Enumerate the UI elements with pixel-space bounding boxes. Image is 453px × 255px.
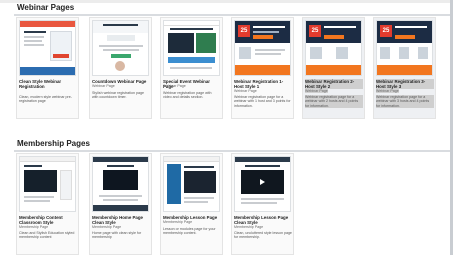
template-card-special-event-webinar[interactable]: Special Event Webinar Page Webinar Page … bbox=[160, 17, 223, 119]
template-thumbnail: 25 bbox=[305, 20, 362, 76]
template-thumbnail bbox=[234, 156, 291, 212]
template-card-clean-webinar[interactable]: Clean Style Webinar Registration Clean, … bbox=[16, 17, 79, 119]
card-description: Clean and Stylish Education styled membe… bbox=[19, 231, 75, 240]
card-description: Webinar registration page for a webinar … bbox=[305, 95, 363, 108]
card-title: Webinar Registration 3-Host Style 3 bbox=[376, 79, 434, 89]
template-thumbnail: 25 bbox=[234, 20, 291, 76]
card-subtitle: Membership Page bbox=[19, 225, 49, 229]
card-subtitle: Webinar Page bbox=[163, 84, 186, 88]
template-card-membership-home[interactable]: Membership Home Page Clean Style Members… bbox=[89, 153, 152, 255]
card-description: Lesson or modules page for your membersh… bbox=[163, 227, 216, 236]
card-subtitle: Webinar Page bbox=[305, 89, 328, 93]
template-card-membership-classroom[interactable]: Membership Content Classroom Style Membe… bbox=[16, 153, 79, 255]
card-description: Stylish webinar registration page with c… bbox=[92, 91, 144, 100]
template-card-webinar-3-host[interactable]: 25 Webinar Registration 3-Host Style 3 W… bbox=[373, 17, 436, 119]
template-card-webinar-1-host[interactable]: 25 Webinar Registration 1-Host Style 1 W… bbox=[231, 17, 294, 119]
card-description: Clean, uncluttered style lesson page for… bbox=[234, 231, 292, 240]
card-title: Membership Home Page Clean Style bbox=[92, 215, 143, 225]
template-thumbnail bbox=[19, 156, 76, 212]
card-subtitle: Webinar Page bbox=[234, 89, 257, 93]
template-thumbnail bbox=[92, 156, 149, 212]
template-thumbnail bbox=[163, 20, 220, 76]
card-title: Membership Lesson Page Clean Style bbox=[234, 215, 289, 225]
date-badge: 25 bbox=[238, 25, 250, 37]
membership-section-title: Membership Pages bbox=[17, 139, 90, 148]
webinar-section-title: Webinar Pages bbox=[17, 3, 75, 12]
card-description: Webinar registration page for a webinar … bbox=[376, 95, 434, 108]
template-card-webinar-2-host[interactable]: 25 Webinar Registration 2-Host Style 2 W… bbox=[302, 17, 365, 119]
card-title: Webinar Registration 1-Host Style 1 bbox=[234, 79, 284, 89]
card-description: Home page with clean style for membershi… bbox=[92, 231, 142, 240]
template-thumbnail bbox=[19, 20, 76, 76]
card-subtitle: Webinar Page bbox=[376, 89, 399, 93]
date-badge: 25 bbox=[380, 25, 392, 37]
card-description: Webinar registration page with video and… bbox=[163, 91, 212, 100]
template-card-membership-lesson-clean[interactable]: Membership Lesson Page Clean Style Membe… bbox=[231, 153, 294, 255]
template-thumbnail bbox=[92, 20, 149, 76]
card-description: Clean, modern style webinar pre-registra… bbox=[19, 95, 72, 104]
card-title: Webinar Registration 2-Host Style 2 bbox=[305, 79, 363, 89]
card-subtitle: Webinar Page bbox=[92, 84, 115, 88]
card-subtitle: Membership Page bbox=[92, 225, 122, 229]
card-title: Membership Content Classroom Style bbox=[19, 215, 63, 225]
card-subtitle: Membership Page bbox=[163, 220, 193, 224]
card-subtitle: Membership Page bbox=[234, 225, 264, 229]
card-title: Clean Style Webinar Registration bbox=[19, 79, 62, 89]
webinar-section-divider bbox=[14, 14, 450, 16]
template-card-membership-lesson[interactable]: Membership Lesson Page Membership Page L… bbox=[160, 153, 223, 255]
date-badge: 25 bbox=[309, 25, 321, 37]
membership-section-divider bbox=[14, 150, 450, 152]
template-thumbnail bbox=[163, 156, 220, 212]
template-thumbnail: 25 bbox=[376, 20, 433, 76]
template-card-countdown-webinar[interactable]: Countdown Webinar Page Webinar Page Styl… bbox=[89, 17, 152, 119]
card-description: Webinar registration page for a webinar … bbox=[234, 95, 291, 108]
